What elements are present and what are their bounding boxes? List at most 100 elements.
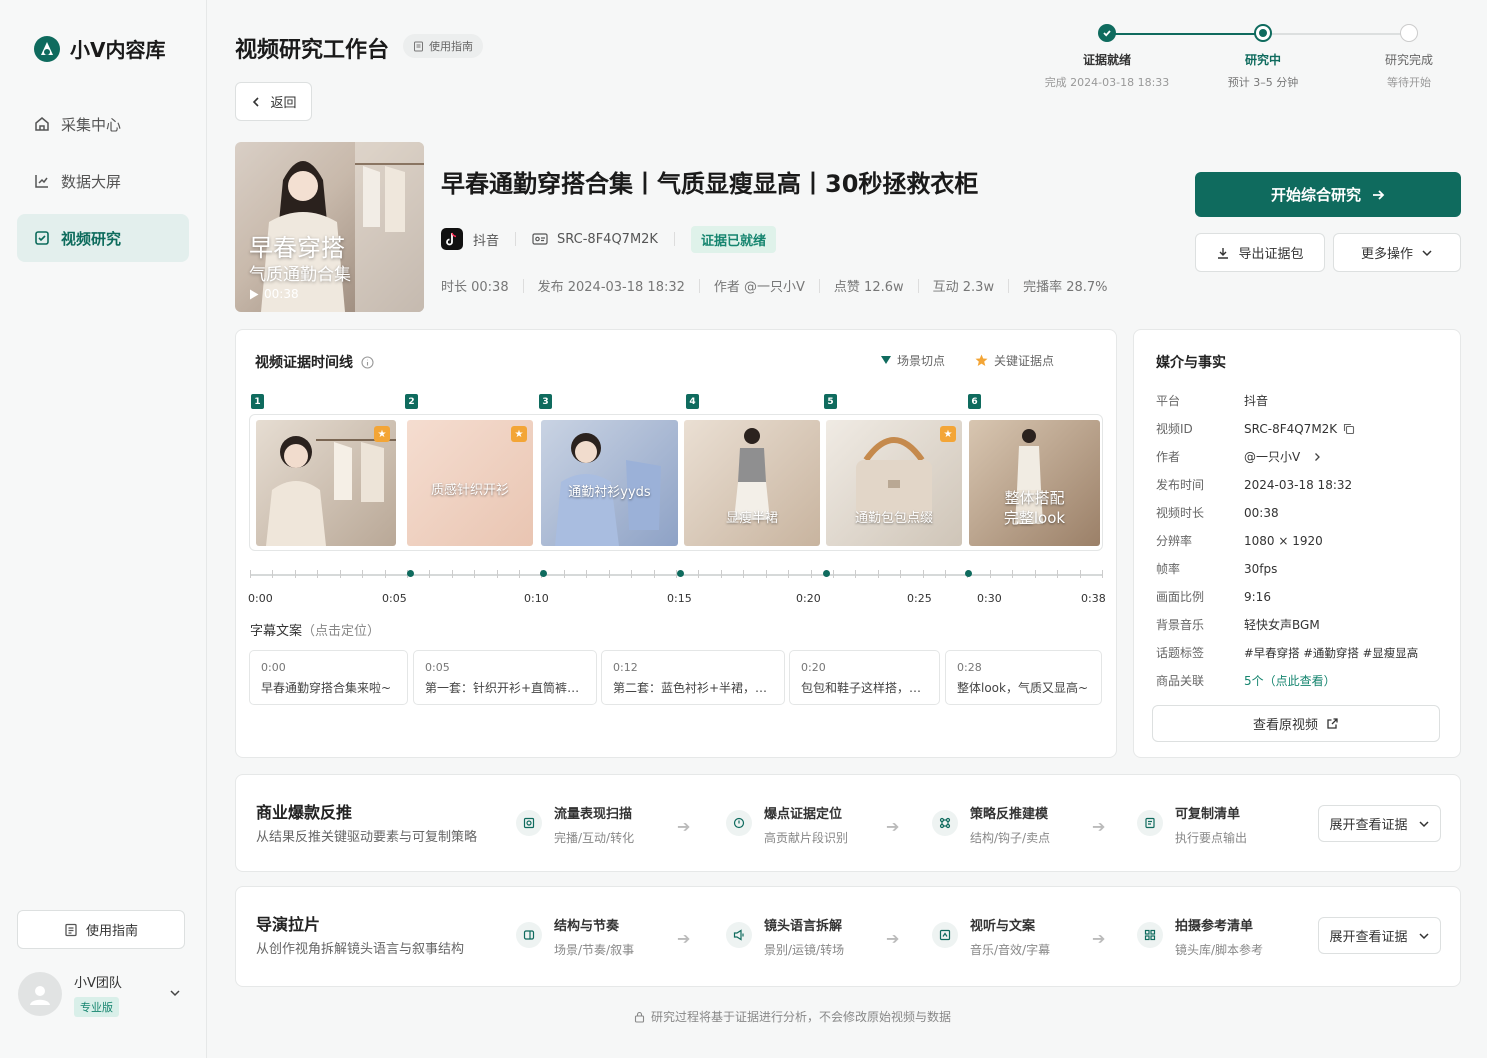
fact-key: 画面比例: [1156, 590, 1205, 604]
sidebar-guide-button[interactable]: 使用指南: [17, 910, 185, 949]
more-actions-button[interactable]: 更多操作: [1333, 233, 1461, 272]
subtitle-card[interactable]: 0:28 整体look，气质又显高~: [945, 650, 1102, 705]
expand-evidence-button[interactable]: 展开查看证据: [1318, 917, 1441, 954]
stat-completion: 完播率 28.7%: [1023, 280, 1108, 295]
fact-row[interactable]: 商品关联 5个（点此查看）: [1156, 672, 1336, 689]
subtitle-card[interactable]: 0:12 第二套：蓝色衬衫+半裙，…: [601, 650, 785, 705]
scene-pin[interactable]: 3: [539, 394, 552, 409]
scene-pin[interactable]: 6: [968, 394, 981, 409]
axis-marker[interactable]: [823, 570, 830, 577]
id-card-icon: [532, 233, 548, 245]
key-evidence-star-icon: ★: [940, 426, 956, 442]
sidebar-item-collect[interactable]: 采集中心: [17, 100, 189, 148]
axis-tick: [832, 570, 834, 578]
axis-tick: [810, 570, 812, 578]
scene-pin[interactable]: 4: [686, 394, 699, 409]
fact-value: 00:38: [1244, 505, 1279, 520]
facts-title: 媒介与事实: [1156, 355, 1226, 371]
axis-marker[interactable]: [540, 570, 547, 577]
axis-label: 0:15: [667, 592, 692, 605]
stat-engagement: 互动 2.3w: [932, 280, 995, 295]
subtitle-text: 第一套：针织开衫+直筒裤，…: [425, 681, 585, 695]
scene-pin[interactable]: 5: [824, 394, 837, 409]
subtitle-card[interactable]: 0:00 早春通勤穿搭合集来啦~: [249, 650, 408, 705]
cover-duration: 00:38: [249, 287, 299, 301]
expand-evidence-button[interactable]: 展开查看证据: [1318, 805, 1441, 842]
video-cover[interactable]: 早春穿搭 气质通勤合集 00:38: [235, 142, 424, 312]
subtitle-text: 包包和鞋子这样搭，…: [801, 681, 922, 695]
platform-name: 抖音: [473, 233, 500, 249]
axis-tick: [877, 570, 879, 578]
subtitle-label: 字幕文案: [250, 624, 303, 639]
divider: [818, 278, 820, 293]
copy-icon[interactable]: [1343, 423, 1355, 435]
arrow-right-icon: ➔: [1092, 817, 1106, 836]
view-original-label: 查看原视频: [1252, 718, 1318, 733]
keyframe-4[interactable]: 显瘦半裙: [684, 420, 820, 546]
flow-step-desc: 景别/运镜/转场: [764, 943, 845, 957]
research-icon: [35, 231, 49, 245]
scene-pin[interactable]: 1: [251, 394, 264, 409]
chevron-down-icon: [170, 990, 180, 997]
fact-row[interactable]: 作者 @一只小V: [1156, 448, 1322, 465]
back-button[interactable]: 返回: [235, 82, 312, 121]
keyframe-2[interactable]: 质感针织开衫 ★: [407, 420, 533, 546]
keyframe-1[interactable]: ★: [256, 420, 396, 546]
footer-note: 研究过程将基于证据进行分析，不会修改原始视频与数据: [634, 1008, 951, 1025]
document-icon: [65, 923, 77, 936]
keyframe-6[interactable]: 整体搭配 完整look: [969, 420, 1100, 546]
source-id: SRC-8F4Q7M2K: [557, 231, 658, 247]
product-link[interactable]: 5个（点此查看）: [1244, 672, 1336, 689]
header-guide-chip[interactable]: 使用指南: [403, 34, 483, 58]
chevron-down-icon: [1418, 820, 1429, 827]
scene-pin[interactable]: 2: [405, 394, 418, 409]
evidence-timeline-card: 视频证据时间线 场景切点 关键证据点 1 2 3 4 5 6 ★ 质感针织开衫 …: [235, 329, 1117, 758]
document-icon: [414, 41, 423, 51]
flow-step-name: 结构与节奏: [554, 919, 620, 934]
divider: [673, 232, 675, 246]
axis-tick: [451, 570, 453, 578]
subtitle-card[interactable]: 0:05 第一套：针织开衫+直筒裤，…: [413, 650, 597, 705]
pending-step-icon: [1400, 24, 1418, 42]
subtitle-section-label: 字幕文案（点击定位）: [250, 620, 380, 639]
axis-tick: [743, 570, 745, 578]
axis-marker[interactable]: [677, 570, 684, 577]
flow-step-desc: 结构/钩子/卖点: [970, 831, 1051, 845]
axis-tick: [698, 570, 700, 578]
view-original-button[interactable]: 查看原视频: [1152, 705, 1440, 742]
stat-author: 作者 @一只小V: [713, 280, 805, 295]
sidebar-item-research[interactable]: 视频研究: [17, 214, 189, 262]
axis-tick: [922, 570, 924, 578]
info-icon[interactable]: [361, 355, 374, 369]
timeline-title: 视频证据时间线: [255, 355, 353, 371]
axis-tick: [1034, 570, 1036, 578]
fact-key: 发布时间: [1156, 478, 1205, 492]
axis-label: 0:05: [382, 592, 407, 605]
current-step-icon: [1254, 24, 1272, 42]
export-evidence-button[interactable]: 导出证据包: [1195, 233, 1325, 272]
step-name: 研究中: [1244, 53, 1281, 67]
subtitle-card[interactable]: 0:20 包包和鞋子这样搭，…: [789, 650, 940, 705]
team-switcher[interactable]: 小V团队 专业版: [18, 970, 190, 1018]
subtitle-text: 早春通勤穿搭合集来啦~: [261, 681, 392, 695]
keyframe-caption: 显瘦半裙: [725, 511, 778, 526]
keyframe-3[interactable]: 通勤衬衫yyds: [541, 420, 678, 546]
avatar: [18, 972, 62, 1016]
step-name: 研究完成: [1384, 53, 1433, 67]
arrow-right-icon: [1373, 189, 1385, 200]
keyframe-5[interactable]: 通勤包包点缀 ★: [826, 420, 962, 546]
sidebar-item-dashboard[interactable]: 数据大屏: [17, 157, 189, 205]
axis-marker[interactable]: [965, 570, 972, 577]
commercial-reverse-card: 商业爆款反推 从结果反推关键驱动要素与可复制策略 流量表现扫描 完播/互动/转化 …: [235, 774, 1461, 872]
chevron-down-icon: [1418, 932, 1429, 939]
axis-tick: [900, 570, 902, 578]
chevron-down-icon: [1422, 249, 1432, 256]
chevron-right-icon: [1315, 452, 1321, 461]
axis-tick: [586, 570, 588, 578]
axis-marker[interactable]: [407, 570, 414, 577]
subtitle-time: 0:12: [613, 661, 638, 674]
plan-badge: 专业版: [74, 996, 119, 1017]
start-research-button[interactable]: 开始综合研究: [1195, 172, 1461, 217]
triangle-down-icon: [881, 356, 891, 364]
app-logo[interactable]: 小V内容库: [33, 34, 165, 63]
